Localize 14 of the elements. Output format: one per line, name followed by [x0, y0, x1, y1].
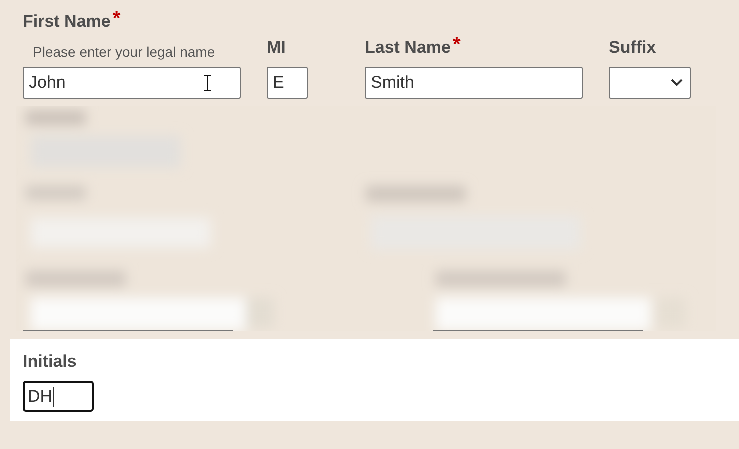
field-label: Suffix: [609, 38, 656, 58]
field-label: Initials: [23, 352, 77, 372]
input-field[interactable]: John: [23, 67, 241, 99]
suffix-dropdown[interactable]: [609, 67, 691, 99]
required-mark: *: [112, 12, 121, 26]
field-label: MI: [267, 38, 286, 58]
field-label: First Name: [23, 12, 111, 32]
chevron-down-icon: [671, 79, 683, 87]
required-mark: *: [452, 38, 461, 52]
input-field[interactable]: DH: [23, 381, 94, 412]
input-field[interactable]: E: [267, 67, 308, 99]
field-label: Last Name: [365, 38, 451, 58]
input-field[interactable]: Smith: [365, 67, 583, 99]
field-hint: Please enter your legal name: [33, 44, 216, 60]
